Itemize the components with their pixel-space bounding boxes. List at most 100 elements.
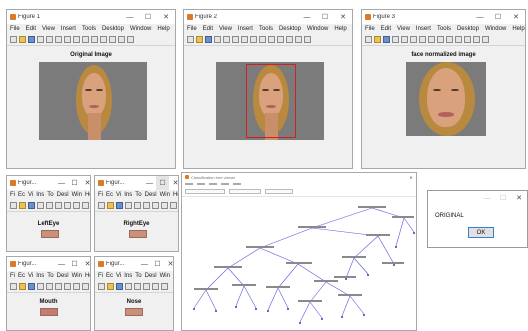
zoom-in-icon[interactable]: [55, 36, 62, 43]
close-button[interactable]: ✕: [81, 176, 90, 190]
menu-file[interactable]: File: [365, 26, 375, 32]
open-file-icon[interactable]: [196, 36, 203, 43]
menu-file[interactable]: Fi: [10, 273, 15, 279]
legend-icon[interactable]: [482, 36, 489, 43]
open-file-icon[interactable]: [374, 36, 381, 43]
new-figure-icon[interactable]: [365, 36, 372, 43]
minimize-button[interactable]: —: [55, 257, 68, 271]
pan-icon[interactable]: [250, 36, 257, 43]
menu-edit[interactable]: Edit: [203, 26, 213, 32]
edit-plot-icon[interactable]: [401, 36, 408, 43]
menu-desktop[interactable]: Desl: [57, 192, 69, 198]
minimize-button[interactable]: —: [55, 176, 68, 190]
menu-desktop[interactable]: Desl: [145, 273, 157, 279]
minimize-button[interactable]: —: [138, 257, 151, 271]
menu-help[interactable]: He: [173, 192, 178, 198]
menu-insert[interactable]: Insert: [416, 26, 431, 32]
menu-view[interactable]: Vi: [28, 273, 33, 279]
zoom-in-icon[interactable]: [410, 36, 417, 43]
menu-desktop[interactable]: Desktop: [102, 26, 124, 32]
menu-tools[interactable]: Tools: [259, 26, 273, 32]
menu-file[interactable]: Fi: [98, 273, 103, 279]
menu-edit[interactable]: Ec: [106, 192, 113, 198]
save-icon[interactable]: [383, 36, 390, 43]
minimize-button[interactable]: —: [471, 10, 489, 24]
zoom-in-icon[interactable]: [55, 202, 62, 209]
maximize-button[interactable]: ☐: [68, 257, 81, 271]
new-figure-icon[interactable]: [10, 36, 17, 43]
close-button[interactable]: ✕: [157, 10, 175, 24]
pan-icon[interactable]: [161, 202, 168, 209]
menu-desktop[interactable]: Desl: [145, 192, 157, 198]
right-eye-figure-window[interactable]: Figur... — ☐ ✕ Fi Ec Vi Ins To Desl Win …: [94, 175, 179, 252]
edit-plot-icon[interactable]: [46, 202, 53, 209]
open-file-icon[interactable]: [19, 36, 26, 43]
menu-window[interactable]: Window: [307, 26, 328, 32]
zoom-out-icon[interactable]: [241, 36, 248, 43]
zoom-out-icon[interactable]: [64, 202, 71, 209]
zoom-in-icon[interactable]: [143, 202, 150, 209]
minimize-button[interactable]: —: [121, 10, 139, 24]
title-bar[interactable]: Figur... — ☐ ✕: [7, 257, 90, 271]
left-eye-figure-window[interactable]: Figur... — ☐ ✕ Fi Ec Vi Ins To Desl Win …: [6, 175, 91, 252]
maximize-button[interactable]: ☐: [156, 176, 169, 190]
menu-window[interactable]: Win: [72, 273, 82, 279]
title-bar[interactable]: Figur... — ☐ ✕: [95, 176, 178, 190]
rotate-icon[interactable]: [82, 36, 89, 43]
pan-icon[interactable]: [73, 36, 80, 43]
open-file-icon[interactable]: [107, 283, 114, 290]
save-icon[interactable]: [116, 202, 123, 209]
title-bar[interactable]: Figur... — ☐ ✕: [7, 176, 90, 190]
close-button[interactable]: ✕: [406, 173, 416, 181]
brush-icon[interactable]: [100, 36, 107, 43]
menu-tools[interactable]: Tools: [437, 26, 451, 32]
maximize-button[interactable]: ☐: [139, 10, 157, 24]
menu-file[interactable]: File: [187, 26, 197, 32]
prune-level-control[interactable]: [265, 189, 293, 194]
menu-edit[interactable]: Ec: [18, 273, 25, 279]
minimize-button[interactable]: —: [298, 10, 316, 24]
menu-view[interactable]: Vi: [116, 273, 121, 279]
data-cursor-icon[interactable]: [268, 36, 275, 43]
edit-plot-icon[interactable]: [134, 283, 141, 290]
brush-icon[interactable]: [277, 36, 284, 43]
menu-view[interactable]: Vi: [116, 192, 121, 198]
print-icon[interactable]: [214, 36, 221, 43]
zoom-in-icon[interactable]: [232, 36, 239, 43]
save-icon[interactable]: [28, 283, 35, 290]
menu-insert[interactable]: Ins: [124, 273, 132, 279]
menu-tools[interactable]: To: [47, 273, 53, 279]
menu-insert[interactable]: Insert: [238, 26, 253, 32]
menu-window[interactable]: Window: [485, 26, 506, 32]
menu-desktop[interactable]: Desktop: [457, 26, 479, 32]
menu-view[interactable]: Vi: [28, 192, 33, 198]
edit-plot-icon[interactable]: [46, 36, 53, 43]
open-file-icon[interactable]: [107, 202, 114, 209]
zoom-in-icon[interactable]: [55, 283, 62, 290]
zoom-out-icon[interactable]: [64, 36, 71, 43]
new-figure-icon[interactable]: [10, 202, 17, 209]
new-figure-icon[interactable]: [187, 36, 194, 43]
save-icon[interactable]: [28, 36, 35, 43]
maximize-button[interactable]: [396, 173, 406, 181]
pan-icon[interactable]: [428, 36, 435, 43]
new-figure-icon[interactable]: [98, 283, 105, 290]
magnification-dropdown[interactable]: [229, 189, 261, 194]
close-button[interactable]: ✕: [169, 176, 178, 190]
print-icon[interactable]: [37, 283, 44, 290]
save-icon[interactable]: [205, 36, 212, 43]
menu-insert[interactable]: Ins: [36, 192, 44, 198]
menu-insert[interactable]: Ins: [36, 273, 44, 279]
menu-edit[interactable]: Edit: [26, 26, 36, 32]
new-figure-icon[interactable]: [10, 283, 17, 290]
ok-button[interactable]: OK: [468, 227, 494, 238]
edit-plot-icon[interactable]: [223, 36, 230, 43]
colorbar-icon[interactable]: [473, 36, 480, 43]
menu-insert[interactable]: Ins: [124, 192, 132, 198]
save-icon[interactable]: [28, 202, 35, 209]
menu-file[interactable]: Fi: [10, 192, 15, 198]
menu-tools[interactable]: To: [135, 192, 141, 198]
menu-view[interactable]: View: [397, 26, 410, 32]
maximize-button[interactable]: ☐: [489, 10, 507, 24]
mouth-figure-window[interactable]: Figur... — ☐ ✕ Fi Ec Vi Ins To Desl Win …: [6, 256, 91, 331]
